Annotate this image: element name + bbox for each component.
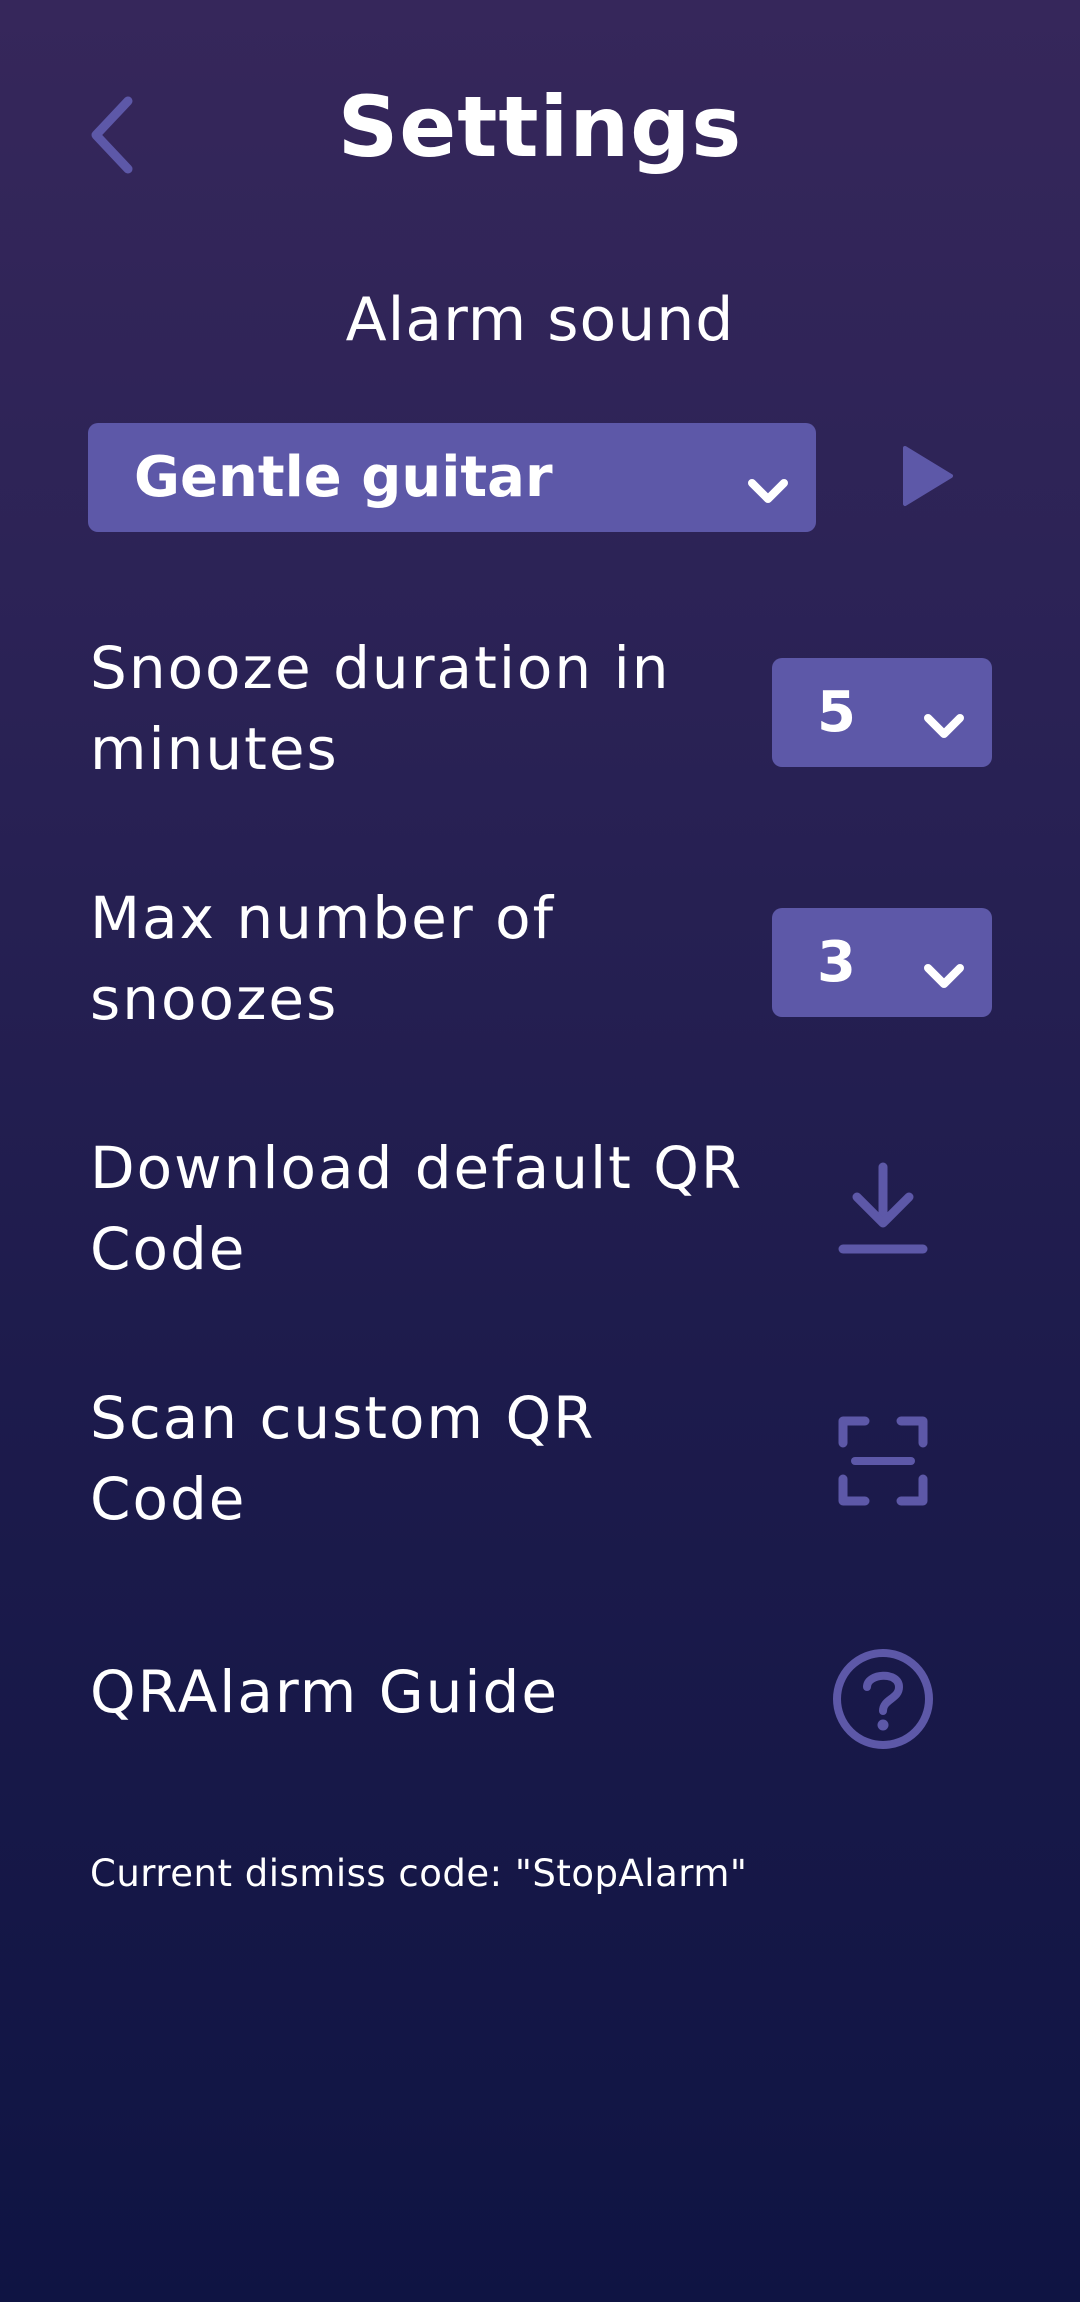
chevron-down-icon [922, 694, 966, 759]
dismiss-code-text: Current dismiss code: "StopAlarm" [90, 1852, 748, 1895]
snooze-duration-select[interactable]: 5 [772, 658, 992, 767]
max-snoozes-select[interactable]: 3 [772, 908, 992, 1017]
alarm-sound-select[interactable]: Gentle guitar [88, 423, 816, 532]
max-snoozes-value: 3 [817, 930, 856, 995]
qr-scan-icon [837, 1415, 929, 1511]
guide-label: QRAlarm Guide [90, 1658, 560, 1726]
page-title: Settings [337, 78, 743, 176]
download-qr-button[interactable] [830, 1158, 935, 1263]
alarm-sound-label: Alarm sound [345, 285, 735, 355]
download-qr-label: Download default QR Code [90, 1134, 744, 1283]
scan-qr-button[interactable] [830, 1410, 935, 1515]
download-icon [835, 1159, 931, 1263]
guide-button[interactable] [828, 1646, 938, 1756]
scan-qr-label: Scan custom QR Code [90, 1384, 596, 1533]
play-icon [897, 444, 957, 512]
max-snoozes-label: Max number of snoozes [90, 884, 556, 1033]
chevron-down-icon [922, 944, 966, 1009]
chevron-down-icon [746, 459, 790, 524]
play-sound-button[interactable] [892, 443, 962, 513]
snooze-duration-label: Snooze duration in minutes [90, 634, 671, 783]
alarm-sound-value: Gentle guitar [134, 445, 553, 510]
help-circle-icon [831, 1647, 935, 1755]
snooze-duration-value: 5 [817, 680, 856, 745]
